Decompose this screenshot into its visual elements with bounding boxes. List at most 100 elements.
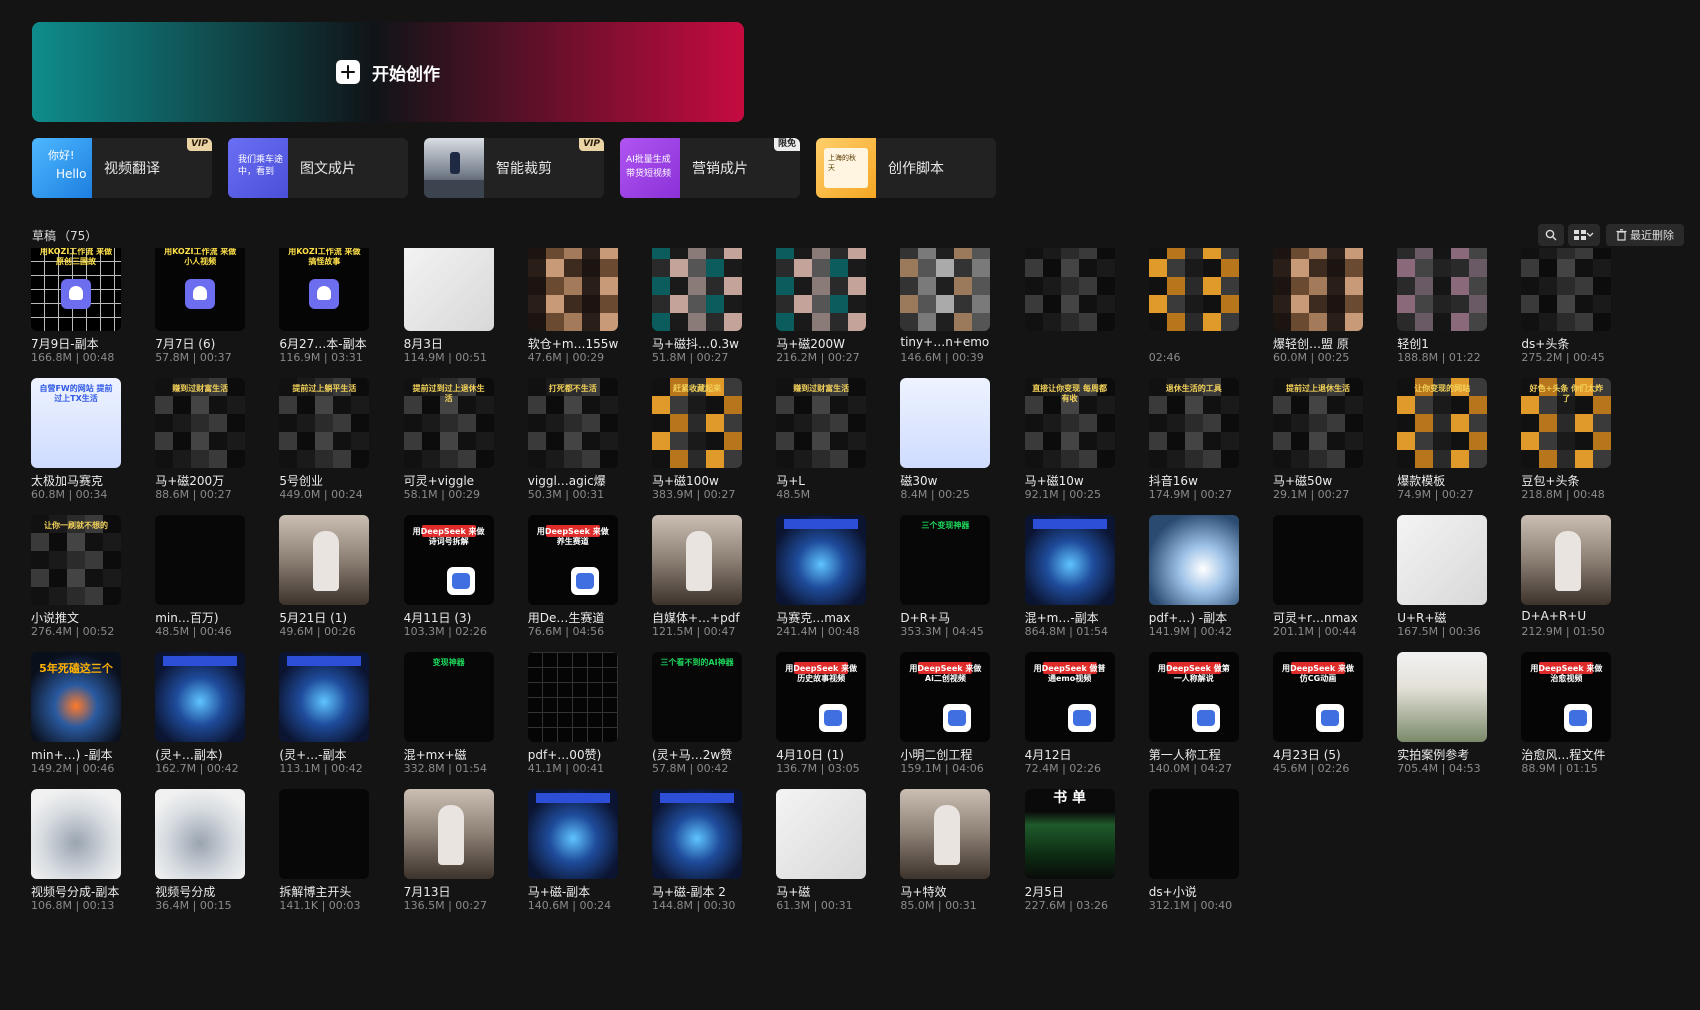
draft-card[interactable]: 用DeepSeek 来做仿CG动画 4月23日 (5) 45.6M | 02:26 xyxy=(1273,650,1389,780)
draft-thumbnail[interactable]: 提前过上退休生活 xyxy=(1273,378,1363,468)
draft-card[interactable]: 用DeepSeek 来做历史故事视频 4月10日 (1) 136.7M | 03:0… xyxy=(776,650,892,780)
draft-card[interactable]: 打死都不生活 viggl…agic爆 50.3M | 00:31 xyxy=(527,376,644,506)
draft-thumbnail[interactable]: 打死都不生活 xyxy=(527,378,618,468)
draft-card[interactable]: 5年死磕这三个 min+…) -副本 149.2M | 00:46 xyxy=(31,650,147,780)
draft-card[interactable]: min…百万) 48.5M | 00:46 xyxy=(155,513,271,643)
draft-card[interactable]: 用KOZI工作流 来做小人视频 7月7日 (6) 57.8M | 00:37 xyxy=(155,248,271,369)
draft-thumbnail[interactable]: 用DeepSeek 做普通emo视频 xyxy=(1024,652,1115,742)
draft-thumbnail[interactable] xyxy=(1273,248,1363,331)
draft-thumbnail[interactable]: 提前过到过上退休生活 xyxy=(403,378,494,468)
draft-thumbnail[interactable]: 让你变现的网站 xyxy=(1397,378,1488,468)
draft-thumbnail[interactable]: 让你一刷就不想的 xyxy=(31,515,121,605)
draft-card[interactable]: 7月13日 136.5M | 00:27 xyxy=(403,787,520,917)
draft-thumbnail[interactable] xyxy=(155,515,246,605)
draft-thumbnail[interactable] xyxy=(527,789,618,879)
draft-thumbnail[interactable] xyxy=(900,378,991,468)
draft-card[interactable]: 赚到过财富生活 马+磁200万 88.6M | 00:27 xyxy=(155,376,271,506)
draft-thumbnail[interactable]: 自营FW的网站 提前过上TX生活 xyxy=(31,378,121,468)
draft-card[interactable]: pdf+…) -副本 141.9M | 00:42 xyxy=(1148,513,1265,643)
draft-card[interactable]: 直接让你变现 每周都有收 马+磁10w 92.1M | 00:25 xyxy=(1024,376,1141,506)
draft-thumbnail[interactable] xyxy=(652,248,742,331)
draft-thumbnail[interactable] xyxy=(1397,652,1488,742)
draft-thumbnail[interactable] xyxy=(900,789,991,879)
draft-thumbnail[interactable]: 用DeepSeek 做第一人称解说 xyxy=(1148,652,1239,742)
draft-card[interactable]: 退休生活的工具 抖音16w 174.9M | 00:27 xyxy=(1148,376,1265,506)
draft-card[interactable]: 软仓+m…155w 47.6M | 00:29 xyxy=(527,248,644,369)
draft-thumbnail[interactable] xyxy=(652,515,742,605)
tool-video-translate[interactable]: 你好! Hello 视频翻译 VIP xyxy=(32,138,212,198)
draft-thumbnail[interactable] xyxy=(776,789,867,879)
tool-smart-crop[interactable]: 智能裁剪 VIP xyxy=(424,138,604,198)
draft-card[interactable]: 让你一刷就不想的 小说推文 276.4M | 00:52 xyxy=(31,513,147,643)
draft-card[interactable]: 马+磁抖…0.3w 51.8M | 00:27 xyxy=(652,248,768,369)
draft-card[interactable]: 用DeepSeek 来做养生赛道 用De…生赛道 76.6M | 04:56 xyxy=(527,513,644,643)
draft-thumbnail[interactable]: 用DeepSeek 来做治愈视频 xyxy=(1521,652,1612,742)
draft-thumbnail[interactable] xyxy=(1273,515,1363,605)
draft-card[interactable]: U+R+磁 167.5M | 00:36 xyxy=(1397,513,1513,643)
draft-thumbnail[interactable] xyxy=(1397,248,1488,331)
draft-card[interactable]: 三个看不到的AI神器 (灵+马…2w赞 57.8M | 00:42 xyxy=(652,650,768,780)
draft-thumbnail[interactable] xyxy=(279,789,370,879)
draft-card[interactable]: 用KOZI工作流 来做原创三国故 7月9日-副本 166.8M | 00:48 xyxy=(31,248,147,369)
draft-thumbnail[interactable] xyxy=(279,652,370,742)
draft-card[interactable]: 马+磁-副本 140.6M | 00:24 xyxy=(527,787,644,917)
draft-card[interactable]: ds+小说 312.1M | 00:40 xyxy=(1148,787,1265,917)
draft-thumbnail[interactable] xyxy=(155,652,246,742)
draft-card[interactable]: pdf+…00赞) 41.1M | 00:41 xyxy=(527,650,644,780)
draft-thumbnail[interactable] xyxy=(279,515,370,605)
draft-card[interactable]: 用DeepSeek 来做Ai二创视频 小明二创工程 159.1M | 04:06 xyxy=(900,650,1016,780)
draft-card[interactable]: 马+磁200W 216.2M | 00:27 xyxy=(776,248,892,369)
draft-card[interactable]: 让你变现的网站 爆款模板 74.9M | 00:27 xyxy=(1397,376,1513,506)
draft-thumbnail[interactable] xyxy=(1024,248,1115,331)
draft-thumbnail[interactable]: 用KOZI工作流 来做搞怪故事 xyxy=(279,248,370,331)
tool-text-to-video[interactable]: 我们乘车途 中，看到 图文成片 xyxy=(228,138,408,198)
draft-thumbnail[interactable] xyxy=(1024,515,1115,605)
draft-thumbnail[interactable]: 用DeepSeek 来做历史故事视频 xyxy=(776,652,867,742)
draft-card[interactable]: 5月21日 (1) 49.6M | 00:26 xyxy=(279,513,395,643)
draft-thumbnail[interactable]: 5年死磕这三个 xyxy=(31,652,121,742)
draft-card[interactable]: 三个变现神器 D+R+马 353.3M | 04:45 xyxy=(900,513,1016,643)
draft-thumbnail[interactable]: 三个变现神器 xyxy=(900,515,991,605)
draft-card[interactable]: 提前过上躺平生活 5号创业 449.0M | 00:24 xyxy=(279,376,395,506)
draft-card[interactable]: 用DeepSeek 来做治愈视频 治愈风…程文件 88.9M | 01:15 xyxy=(1521,650,1637,780)
draft-card[interactable]: 提前过上退休生活 马+磁50w 29.1M | 00:27 xyxy=(1273,376,1389,506)
draft-card[interactable]: 可灵+r…nmax 201.1M | 00:44 xyxy=(1273,513,1389,643)
draft-thumbnail[interactable]: 赶紧收藏起来 xyxy=(652,378,742,468)
draft-card[interactable]: 混+m…-副本 864.8M | 01:54 xyxy=(1024,513,1141,643)
draft-card[interactable]: 视频号分成-副本 106.8M | 00:13 xyxy=(31,787,147,917)
draft-thumbnail[interactable] xyxy=(1148,248,1239,331)
tool-script-writer[interactable]: 上海的秋 天 创作脚本 xyxy=(816,138,996,198)
draft-card[interactable]: 好色+头条 你们太炸了 豆包+头条 218.8M | 00:48 xyxy=(1521,376,1637,506)
draft-card[interactable]: 用DeepSeek 来做诗词号拆解 4月11日 (3) 103.3M | 02:26 xyxy=(403,513,520,643)
draft-card[interactable]: 自媒体+…+pdf 121.5M | 00:47 xyxy=(652,513,768,643)
draft-thumbnail[interactable] xyxy=(155,789,246,879)
draft-thumbnail[interactable]: 赚到过财富生活 xyxy=(776,378,867,468)
draft-thumbnail[interactable]: 书 单 xyxy=(1024,789,1115,879)
draft-thumbnail[interactable]: 好色+头条 你们太炸了 xyxy=(1521,378,1612,468)
draft-card[interactable]: 用DeepSeek 做第一人称解说 第一人称工程 140.0M | 04:27 xyxy=(1148,650,1265,780)
draft-thumbnail[interactable] xyxy=(1521,248,1612,331)
draft-card[interactable]: 用DeepSeek 做普通emo视频 4月12日 72.4M | 02:26 xyxy=(1024,650,1141,780)
draft-card[interactable]: 书 单 2月5日 227.6M | 03:26 xyxy=(1024,787,1141,917)
draft-card[interactable]: tiny+…n+emo 146.6M | 00:39 xyxy=(900,248,1016,369)
draft-card[interactable]: (灵+…副本) 162.7M | 00:42 xyxy=(155,650,271,780)
draft-card[interactable]: 马赛克…max 241.4M | 00:48 xyxy=(776,513,892,643)
draft-thumbnail[interactable] xyxy=(900,248,991,331)
draft-thumbnail[interactable]: 用KOZI工作流 来做原创三国故 xyxy=(31,248,121,331)
draft-thumbnail[interactable] xyxy=(1521,515,1612,605)
draft-thumbnail[interactable]: 用KOZI工作流 来做小人视频 xyxy=(155,248,246,331)
draft-thumbnail[interactable]: 退休生活的工具 xyxy=(1148,378,1239,468)
draft-card[interactable]: 马+磁 61.3M | 00:31 xyxy=(776,787,892,917)
draft-card[interactable]: 02:46 xyxy=(1148,248,1265,369)
draft-card[interactable]: 马+特效 85.0M | 00:31 xyxy=(900,787,1016,917)
draft-card[interactable]: 赶紧收藏起来 马+磁100w 383.9M | 00:27 xyxy=(652,376,768,506)
draft-thumbnail[interactable]: 用DeepSeek 来做养生赛道 xyxy=(527,515,618,605)
draft-card[interactable] xyxy=(1024,248,1141,369)
draft-card[interactable]: 变现神器 混+mx+磁 332.8M | 01:54 xyxy=(403,650,520,780)
draft-thumbnail[interactable]: 直接让你变现 每周都有收 xyxy=(1024,378,1115,468)
search-button[interactable] xyxy=(1538,224,1564,246)
draft-card[interactable]: 轻创1 188.8M | 01:22 xyxy=(1397,248,1513,369)
draft-card[interactable]: ds+头条 275.2M | 00:45 xyxy=(1521,248,1637,369)
draft-thumbnail[interactable] xyxy=(403,789,494,879)
draft-card[interactable]: 马+磁-副本 2 144.8M | 00:30 xyxy=(652,787,768,917)
